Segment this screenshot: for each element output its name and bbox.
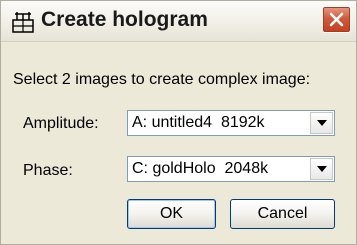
amplitude-select[interactable]: A: untitled4 8192k bbox=[127, 110, 335, 136]
phase-select[interactable]: C: goldHolo 2048k bbox=[127, 156, 335, 182]
title-bar[interactable]: Create hologram bbox=[1, 1, 356, 42]
phase-select-value: C: goldHolo 2048k bbox=[132, 160, 269, 177]
dialog-title: Create hologram bbox=[41, 8, 208, 31]
create-hologram-dialog: Create hologram Select 2 images to creat… bbox=[0, 0, 357, 245]
phase-dropdown-button[interactable] bbox=[310, 158, 333, 180]
phase-label: Phase: bbox=[23, 162, 73, 179]
ok-button[interactable]: OK bbox=[127, 199, 216, 229]
amplitude-dropdown-button[interactable] bbox=[310, 112, 333, 134]
instruction-text: Select 2 images to create complex image: bbox=[13, 71, 311, 88]
amplitude-select-value: A: untitled4 8192k bbox=[132, 114, 265, 131]
close-button[interactable] bbox=[322, 6, 351, 33]
cancel-button[interactable]: Cancel bbox=[230, 199, 335, 229]
amplitude-label: Amplitude: bbox=[23, 115, 99, 132]
hologram-app-icon bbox=[12, 11, 34, 33]
